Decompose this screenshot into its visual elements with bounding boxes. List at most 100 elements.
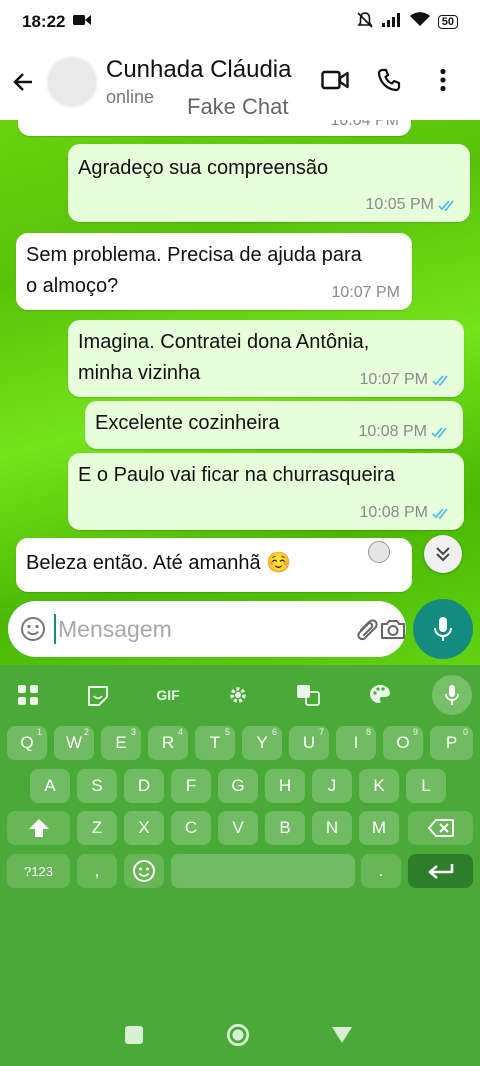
- contact-avatar[interactable]: [46, 56, 98, 108]
- emoji-key[interactable]: [124, 854, 164, 888]
- keyboard-gif-button[interactable]: GIF: [148, 673, 188, 717]
- enter-arrow-icon: [428, 864, 453, 879]
- key-t[interactable]: T5: [195, 726, 235, 760]
- voice-call-button[interactable]: [362, 58, 416, 102]
- message-bubble-incoming[interactable]: Beleza então. Até amanhã ☺️: [16, 538, 412, 592]
- back-button[interactable]: [2, 60, 46, 104]
- keyboard-hide-button[interactable]: [330, 1023, 354, 1047]
- message-time: 10:08 PM: [358, 423, 427, 440]
- key-label: R: [161, 733, 175, 752]
- comma-key[interactable]: ,: [77, 854, 117, 888]
- backspace-key[interactable]: [408, 811, 473, 845]
- key-q[interactable]: Q1: [7, 726, 47, 760]
- keyboard-settings-button[interactable]: [218, 673, 258, 717]
- key-p[interactable]: P0: [430, 726, 473, 760]
- space-bar[interactable]: [171, 854, 355, 888]
- key-z[interactable]: Z: [77, 811, 117, 845]
- key-label: Q: [20, 733, 34, 752]
- message-bubble-outgoing[interactable]: Excelente cozinheira 10:08 PM: [85, 401, 463, 449]
- contact-name: Cunhada Cláudia: [106, 56, 292, 83]
- keyboard-translate-button[interactable]: [288, 673, 328, 717]
- status-bar: 18:22 50: [0, 0, 480, 44]
- enter-key[interactable]: [408, 854, 473, 888]
- key-label: O: [396, 733, 410, 752]
- key-j[interactable]: J: [312, 769, 352, 803]
- signal-icon: [381, 12, 402, 32]
- status-time: 18:22: [22, 12, 66, 31]
- emoji-button[interactable]: [20, 615, 46, 643]
- message-bubble-outgoing[interactable]: E o Paulo vai ficar na churrasqueira 10:…: [68, 453, 464, 530]
- key-hint: 9: [412, 727, 418, 737]
- key-c[interactable]: C: [171, 811, 211, 845]
- key-r[interactable]: R4: [148, 726, 188, 760]
- key-m[interactable]: M: [359, 811, 399, 845]
- more-options-button[interactable]: [416, 58, 470, 102]
- key-v[interactable]: V: [218, 811, 258, 845]
- keyboard-sticker-button[interactable]: [78, 673, 118, 717]
- triangle-down-icon: [332, 1027, 352, 1043]
- home-button[interactable]: [226, 1023, 250, 1047]
- message-text: Beleza então. Até amanhã ☺️: [26, 552, 292, 574]
- key-x[interactable]: X: [124, 811, 164, 845]
- message-bubble-outgoing[interactable]: Agradeço sua compreensão 10:05 PM: [68, 144, 470, 222]
- more-vertical-icon: [440, 68, 446, 92]
- touch-indicator: [368, 541, 390, 563]
- key-n[interactable]: N: [312, 811, 352, 845]
- scroll-to-bottom-button[interactable]: [424, 535, 462, 573]
- message-meta: 10:07 PM: [360, 371, 452, 389]
- key-o[interactable]: O9: [383, 726, 423, 760]
- mic-icon: [445, 685, 459, 705]
- key-a[interactable]: A: [30, 769, 70, 803]
- status-left: 18:22: [22, 12, 92, 32]
- key-d[interactable]: D: [124, 769, 164, 803]
- message-time: 10:05 PM: [365, 196, 434, 213]
- message-bubble-incoming[interactable]: Sem problema. Precisa de ajuda para o al…: [16, 233, 412, 310]
- chat-messages-area[interactable]: 10:04 PM Agradeço sua compreensão 10:05 …: [0, 120, 480, 665]
- microphone-icon: [434, 617, 452, 641]
- key-u[interactable]: U7: [289, 726, 329, 760]
- key-b[interactable]: B: [265, 811, 305, 845]
- square-icon: [125, 1026, 143, 1044]
- key-w[interactable]: W2: [54, 726, 94, 760]
- key-g[interactable]: G: [218, 769, 258, 803]
- attach-button[interactable]: [354, 609, 380, 649]
- phone-icon: [377, 68, 401, 92]
- keyboard-voice-input-button[interactable]: [432, 675, 472, 715]
- emoji-icon: [133, 860, 155, 882]
- key-h[interactable]: H: [265, 769, 305, 803]
- battery-indicator: 50: [437, 15, 458, 29]
- key-l[interactable]: L: [406, 769, 446, 803]
- key-f[interactable]: F: [171, 769, 211, 803]
- message-line: o almoço?: [26, 275, 119, 297]
- status-right: 50: [356, 11, 458, 34]
- header-actions: [308, 58, 470, 102]
- voice-message-button[interactable]: [413, 599, 473, 659]
- message-bubble-incoming[interactable]: 10:04 PM: [18, 120, 411, 136]
- message-text: Imagina. Contratei dona Antônia, minha v…: [78, 327, 369, 389]
- key-e[interactable]: E3: [101, 726, 141, 760]
- camera-button[interactable]: [380, 609, 406, 649]
- message-composer: [8, 601, 406, 657]
- key-hint: 4: [177, 727, 183, 737]
- key-k[interactable]: K: [359, 769, 399, 803]
- on-screen-keyboard: GIF Q1 W2 E3 R4 T5 Y6 U7 I8 O9 P0 A S D …: [0, 665, 480, 1066]
- key-label: T: [209, 733, 221, 752]
- chat-header: Cunhada Cláudia online Fake Chat: [0, 44, 480, 120]
- key-i[interactable]: I8: [336, 726, 376, 760]
- symbols-key[interactable]: ?123: [7, 854, 70, 888]
- message-bubble-outgoing[interactable]: Imagina. Contratei dona Antônia, minha v…: [68, 320, 464, 397]
- key-s[interactable]: S: [77, 769, 117, 803]
- recent-apps-button[interactable]: [122, 1023, 146, 1047]
- key-label: Y: [256, 733, 268, 752]
- keyboard-apps-button[interactable]: [8, 673, 48, 717]
- period-key[interactable]: .: [361, 854, 401, 888]
- video-call-button[interactable]: [308, 58, 362, 102]
- keyboard-theme-button[interactable]: [360, 673, 400, 717]
- key-hint: 5: [224, 727, 230, 737]
- key-hint: 3: [130, 727, 136, 737]
- key-y[interactable]: Y6: [242, 726, 282, 760]
- message-text: Excelente cozinheira: [95, 412, 280, 434]
- key-label: P: [445, 733, 458, 752]
- message-input[interactable]: [54, 614, 354, 644]
- shift-key[interactable]: [7, 811, 70, 845]
